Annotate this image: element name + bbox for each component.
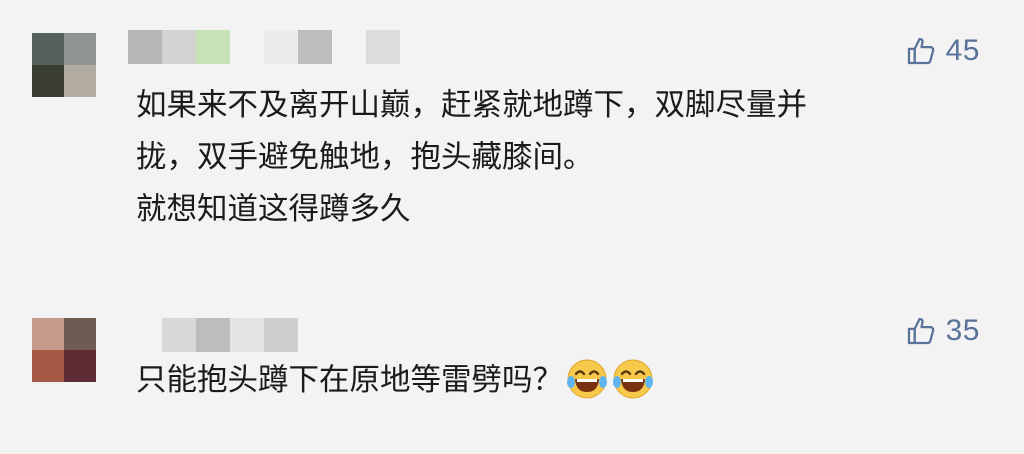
avatar[interactable] xyxy=(32,318,96,382)
like-count: 45 xyxy=(945,34,980,67)
avatar-tile xyxy=(64,350,96,382)
avatar-tile xyxy=(64,318,96,350)
blur-block xyxy=(264,30,298,64)
comment-item: 45 如果来不及离开山巅，赶紧就地蹲下，双脚尽量并 拢，双手避免触地，抱头藏膝间… xyxy=(0,0,1024,290)
avatar-tile xyxy=(32,318,64,350)
blur-block xyxy=(298,30,332,64)
avatar-tile xyxy=(32,65,64,97)
blur-block xyxy=(332,30,366,64)
blur-block xyxy=(196,318,230,352)
comment-line: 拢，双手避免触地，抱头藏膝间。 xyxy=(136,140,594,175)
avatar-tile xyxy=(32,350,64,382)
comment-line: 就想知道这得蹲多久 xyxy=(136,192,411,227)
comment-line: 如果来不及离开山巅，赶紧就地蹲下，双脚尽量并 xyxy=(136,88,807,123)
laughing-crying-emoji-icon xyxy=(567,359,607,398)
comment-text: 如果来不及离开山巅，赶紧就地蹲下，双脚尽量并 拢，双手避免触地，抱头藏膝间。 就… xyxy=(136,80,996,236)
comment-line-text: 只能抱头蹲下在原地等雷劈吗？ xyxy=(136,363,563,398)
blur-block xyxy=(162,318,196,352)
comment-item: 35 只能抱头蹲下在原地等雷劈吗？ xyxy=(0,290,1024,454)
blur-block xyxy=(264,318,298,352)
like-button[interactable]: 35 xyxy=(904,314,980,348)
blur-block xyxy=(230,30,264,64)
comment-text: 只能抱头蹲下在原地等雷劈吗？ xyxy=(136,355,996,407)
avatar-tile xyxy=(64,65,96,97)
avatar-tile xyxy=(64,33,96,65)
blur-block xyxy=(366,30,400,64)
blur-block xyxy=(162,30,196,64)
like-count: 35 xyxy=(945,314,980,347)
avatar[interactable] xyxy=(32,33,96,97)
thumbs-up-icon xyxy=(907,37,934,65)
blur-block xyxy=(128,30,162,64)
blur-block xyxy=(230,318,264,352)
username-blurred[interactable] xyxy=(128,30,400,64)
username-blurred[interactable] xyxy=(128,318,298,352)
blur-block xyxy=(196,30,230,64)
comment-line: 只能抱头蹲下在原地等雷劈吗？ xyxy=(136,355,996,407)
like-button[interactable]: 45 xyxy=(904,34,980,68)
avatar-tile xyxy=(32,33,64,65)
laughing-crying-emoji-icon xyxy=(613,359,653,398)
thumbs-up-icon xyxy=(907,317,934,345)
blur-block xyxy=(128,318,162,352)
